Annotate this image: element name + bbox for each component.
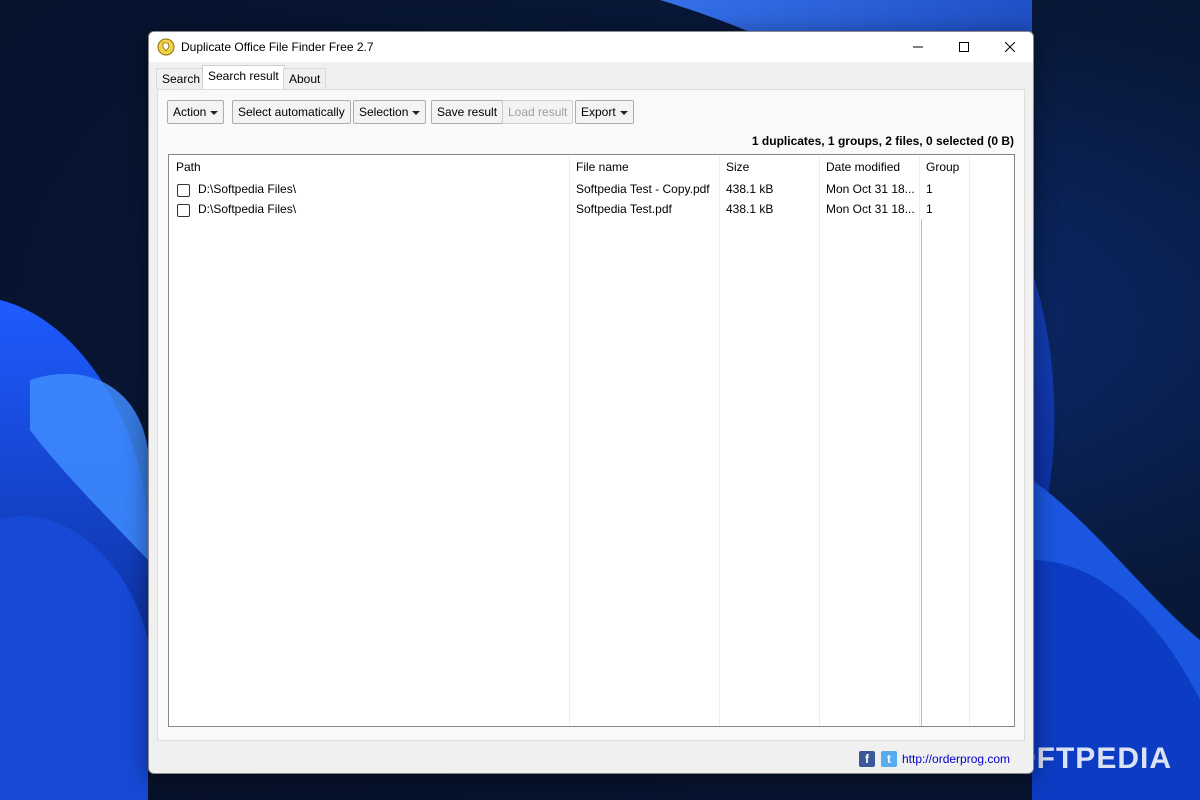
size-cell: 438.1 kB (726, 182, 774, 196)
size-cell: 438.1 kB (726, 202, 774, 216)
window-title: Duplicate Office File Finder Free 2.7 (181, 40, 374, 54)
action-dropdown-button[interactable]: Action (167, 100, 225, 124)
chevron-down-icon (412, 110, 421, 115)
minimize-icon (913, 46, 923, 48)
app-window: Duplicate Office File Finder Free 2.7 Se… (148, 31, 1034, 774)
facebook-icon[interactable]: f (859, 751, 875, 767)
column-header-path[interactable]: Path (176, 160, 201, 174)
result-summary: 1 duplicates, 1 groups, 2 files, 0 selec… (751, 134, 1014, 148)
tab-strip: Search Search result About (149, 62, 1033, 89)
column-header-group[interactable]: Group (926, 160, 959, 174)
load-result-button: Load result (502, 100, 574, 124)
export-label: Export (581, 105, 616, 119)
window-controls (895, 32, 1033, 62)
twitter-icon[interactable]: t (881, 751, 897, 767)
save-result-button[interactable]: Save result (431, 100, 504, 124)
chevron-down-icon (210, 110, 219, 115)
close-button[interactable] (987, 32, 1033, 62)
row-checkbox[interactable] (177, 184, 190, 197)
column-divider (969, 155, 970, 726)
column-header-size[interactable]: Size (726, 160, 749, 174)
column-divider (819, 155, 820, 726)
tab-search[interactable]: Search (156, 68, 207, 89)
maximize-icon (959, 42, 969, 52)
column-divider (919, 155, 920, 726)
status-bar: f t http://orderprog.com (149, 741, 1033, 773)
date-modified-cell: Mon Oct 31 18... (826, 202, 915, 216)
column-header-date-modified[interactable]: Date modified (826, 160, 900, 174)
file-name-cell: Softpedia Test - Copy.pdf (576, 182, 710, 196)
column-divider (569, 155, 570, 726)
table-row[interactable]: D:\Softpedia Files\ Softpedia Test - Cop… (169, 180, 1014, 200)
table-row[interactable]: D:\Softpedia Files\ Softpedia Test.pdf 4… (169, 200, 1014, 220)
maximize-button[interactable] (941, 32, 987, 62)
selection-dropdown-button[interactable]: Selection (353, 100, 427, 124)
website-link[interactable]: http://orderprog.com (902, 752, 1010, 766)
row-checkbox[interactable] (177, 204, 190, 217)
column-resize-guide (921, 219, 922, 726)
results-table[interactable]: Path File name Size Date modified Group … (168, 154, 1015, 727)
date-modified-cell: Mon Oct 31 18... (826, 182, 915, 196)
tab-search-result[interactable]: Search result (202, 65, 285, 89)
column-divider (719, 155, 720, 726)
group-cell: 1 (926, 202, 933, 216)
file-name-cell: Softpedia Test.pdf (576, 202, 672, 216)
export-dropdown-button[interactable]: Export (575, 100, 634, 124)
column-header-file-name[interactable]: File name (576, 160, 629, 174)
app-logo-icon (157, 38, 175, 56)
path-cell: D:\Softpedia Files\ (198, 182, 297, 196)
title-bar: Duplicate Office File Finder Free 2.7 (149, 32, 1033, 62)
select-automatically-button[interactable]: Select automatically (232, 100, 351, 124)
chevron-down-icon (619, 110, 628, 115)
minimize-button[interactable] (895, 32, 941, 62)
action-label: Action (173, 105, 207, 119)
selection-label: Selection (359, 105, 409, 119)
search-result-panel: Action Select automatically Selection Sa… (157, 89, 1025, 741)
group-cell: 1 (926, 182, 933, 196)
path-cell: D:\Softpedia Files\ (198, 202, 297, 216)
close-icon (1005, 42, 1015, 52)
tab-about[interactable]: About (283, 68, 327, 89)
